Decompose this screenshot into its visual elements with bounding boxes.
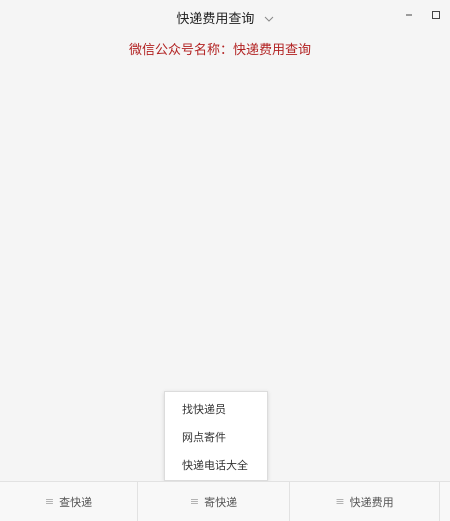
- title-dropdown[interactable]: 快递费用查询: [0, 8, 450, 27]
- menu-tab-shipping-cost[interactable]: ≡ 快递费用: [290, 482, 440, 521]
- menu-tab-track-package[interactable]: ≡ 查快递: [0, 482, 138, 521]
- account-name-text: 微信公众号名称：快递费用查询: [128, 43, 311, 58]
- title-bar: 快递费用查询: [0, 0, 450, 34]
- submenu-item-branch-send[interactable]: 网点寄件: [165, 424, 267, 452]
- menu-lines-icon: ≡: [189, 495, 200, 508]
- maximize-icon: [431, 5, 441, 24]
- chevron-down-icon: [264, 12, 274, 27]
- minimize-icon: [404, 5, 414, 24]
- menu-tab-send-package[interactable]: ≡ 寄快递: [138, 482, 290, 521]
- menu-lines-icon: ≡: [44, 495, 55, 508]
- account-name-banner: 微信公众号名称：快递费用查询: [0, 39, 450, 58]
- menu-tab-label: 查快递: [59, 495, 93, 509]
- submenu-item-find-courier[interactable]: 找快递员: [165, 396, 267, 424]
- maximize-button[interactable]: [428, 6, 444, 22]
- wechat-official-account-window: 快递费用查询 微信公众号名称：快递费用查询 找快递员 网点寄件 快递电话大全 ≡…: [0, 0, 450, 521]
- window-title: 快递费用查询: [176, 12, 255, 27]
- menu-lines-icon: ≡: [335, 495, 345, 508]
- menu-tab-label: 快递费用: [349, 495, 394, 509]
- menu-tab-label: 寄快递: [204, 495, 238, 509]
- bottom-menu-bar: ≡ 查快递 ≡ 寄快递 ≡ 快递费用: [0, 481, 450, 521]
- submenu-popup: 找快递员 网点寄件 快递电话大全: [164, 391, 268, 481]
- submenu-item-courier-phone-list[interactable]: 快递电话大全: [165, 452, 267, 480]
- minimize-button[interactable]: [401, 6, 417, 22]
